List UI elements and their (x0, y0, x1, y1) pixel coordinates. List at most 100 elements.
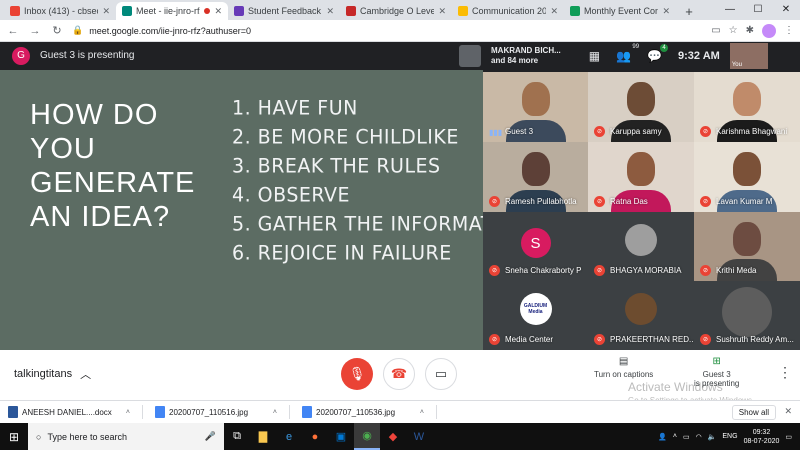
close-tab-icon[interactable]: ✕ (214, 6, 222, 17)
tab-favicon-icon (346, 6, 356, 16)
browser-tab[interactable]: Monthly Event Commu ✕ (564, 2, 676, 20)
browser-tab[interactable]: Meet - iie-jnro-rfz ✕ (116, 2, 228, 20)
download-item[interactable]: 20200707_110536.jpg ˄ (302, 406, 424, 418)
file-icon (155, 406, 165, 418)
chevron-up-icon[interactable]: ˄ (273, 409, 277, 416)
participant-tile[interactable]: ⊘ Ratna Das (588, 142, 694, 212)
camera-button[interactable]: ▭ (425, 358, 457, 390)
people-tray-icon[interactable]: 👤 (658, 433, 667, 441)
participant-tile[interactable]: ⊘ Krithi Meda (694, 212, 800, 281)
word-icon[interactable]: W (406, 423, 432, 450)
participant-photo-avatar (625, 293, 657, 325)
chat-icon[interactable]: 💬 4 (647, 44, 669, 63)
participants-summary: MAKRAND BICH... and 84 more (491, 46, 561, 65)
participant-name: Sneha Chakraborty P (505, 266, 582, 275)
close-tab-icon[interactable]: ✕ (326, 6, 334, 17)
download-item[interactable]: ANEESH DANIEL....docx ˄ (8, 406, 130, 418)
chevron-up-tray-icon[interactable]: ˄ (673, 433, 677, 440)
reload-icon[interactable]: ↻ (50, 24, 64, 37)
tab-favicon-icon (570, 6, 580, 16)
firefox-icon[interactable]: ● (302, 423, 328, 450)
tiled-layout-icon[interactable]: ▦ (589, 49, 600, 63)
extensions-icon[interactable]: ✱ (746, 25, 754, 36)
downloads-bar: ANEESH DANIEL....docx ˄ 20200707_110516.jp… (0, 400, 800, 423)
cast-icon[interactable]: ▭ (711, 25, 720, 36)
participant-tile[interactable]: GALDIUM Media ⊘ Media Center (483, 281, 588, 350)
captions-button[interactable]: ▤ Turn on captions (594, 356, 653, 379)
store-icon[interactable]: ▣ (328, 423, 354, 450)
participant-tile[interactable]: ⊘ Karuppa samy (588, 72, 694, 142)
tab-label: Communication 2020-2 (472, 6, 547, 16)
participant-video-face (733, 222, 761, 256)
taskbar-clock[interactable]: 09:32 08-07-2020 (744, 428, 780, 446)
minimize-icon[interactable]: — (716, 0, 744, 20)
bookmark-star-icon[interactable]: ☆ (729, 25, 738, 36)
back-icon[interactable]: ← (6, 25, 20, 37)
close-tab-icon[interactable]: ✕ (662, 6, 670, 17)
browser-menu-icon[interactable]: ⋮ (784, 25, 794, 36)
mic-off-icon: ⊘ (700, 126, 711, 137)
speaking-indicator-icon: ▮▮▮ (489, 128, 503, 137)
participant-photo-avatar (625, 224, 657, 256)
notifications-icon[interactable]: ▭ (785, 433, 792, 441)
browser-tab[interactable]: Communication 2020-2✕ (452, 2, 564, 20)
participant-tile[interactable]: ⊘ Sushruth Reddy Am... (694, 281, 800, 350)
participant-name: Sushruth Reddy Am... (716, 335, 794, 344)
wifi-icon[interactable]: ◠ (696, 433, 702, 441)
download-item[interactable]: 20200707_110516.jpg ˄ (155, 406, 277, 418)
participant-tile[interactable]: ⊘ PRAKEERTHAN RED... (588, 281, 694, 350)
close-tab-icon[interactable]: ✕ (102, 6, 110, 17)
taskbar-search[interactable]: ○ Type here to search 🎤 (28, 423, 224, 450)
more-options-icon[interactable]: ⋮ (778, 364, 792, 381)
participant-tile[interactable]: ⊘ Karishma Bhagwani (694, 72, 800, 142)
edge-icon[interactable]: e (276, 423, 302, 450)
participant-name: Krithi Meda (716, 266, 757, 275)
presenting-text: Guest 3 is presenting (40, 50, 135, 61)
meeting-details[interactable]: talkingtitans ︿ (14, 366, 91, 382)
address-bar[interactable]: 🔒 meet.google.com/iie-jnro-rfz?authuser=… (72, 23, 703, 39)
participant-tile[interactable]: ⊘ Lavan Kumar M (694, 142, 800, 212)
participant-logo-avatar: GALDIUM Media (519, 293, 552, 325)
phone-hangup-icon: ☎ (390, 366, 408, 381)
file-explorer-icon[interactable]: ▇ (250, 423, 276, 450)
participant-tile[interactable]: ▮▮▮ Guest 3 (483, 72, 588, 142)
browser-tab[interactable]: Student Feedback Form ✕ (228, 2, 340, 20)
browser-tab[interactable]: Cambridge O Level Gl✕ (340, 2, 452, 20)
download-separator (289, 405, 290, 419)
participant-tile[interactable]: ⊘ Ramesh Pullabhotla (483, 142, 588, 212)
show-all-downloads-button[interactable]: Show all (731, 405, 776, 420)
meet-stage: G Guest 3 is presenting MAKRAND BICH... … (0, 42, 800, 362)
close-tab-icon[interactable]: ✕ (438, 6, 446, 17)
anydesk-icon[interactable]: ◆ (380, 423, 406, 450)
participant-photo-avatar (722, 287, 772, 337)
close-downloads-icon[interactable]: ✕ (784, 406, 792, 417)
mic-off-icon: ⊘ (489, 334, 500, 345)
language-indicator[interactable]: ENG (722, 433, 737, 440)
people-count: 99 (632, 44, 640, 50)
profile-avatar[interactable] (762, 23, 776, 38)
chrome-icon[interactable]: ◉ (354, 423, 380, 450)
forward-icon[interactable]: → (28, 25, 42, 37)
browser-tab[interactable]: Inbox (413) - cbsecoor ✕ (4, 2, 116, 20)
close-window-icon[interactable]: ✕ (772, 0, 800, 20)
chevron-up-icon[interactable]: ˄ (420, 409, 424, 416)
participant-tile[interactable]: ⊘ BHAGYA MORABIA (588, 212, 694, 281)
self-view-tile[interactable]: You (729, 43, 768, 69)
participant-tile[interactable]: S ⊘ Sneha Chakraborty P (483, 212, 588, 281)
maximize-icon[interactable]: ☐ (744, 0, 772, 20)
chevron-up-icon[interactable]: ˄ (126, 409, 130, 416)
mic-off-button[interactable]: 🎙 (341, 358, 373, 390)
participant-name: Ratna Das (610, 197, 648, 206)
volume-icon[interactable]: 🔈 (708, 433, 717, 441)
task-view-icon[interactable]: ⧉ (224, 423, 250, 450)
meeting-controls: talkingtitans ︿ 🎙 ☎ ▭ ▤ Turn on captions… (0, 350, 800, 405)
network-icon[interactable]: ▭ (683, 433, 690, 441)
windows-start-icon[interactable]: ⊞ (0, 423, 28, 450)
close-tab-icon[interactable]: ✕ (550, 6, 558, 17)
hang-up-button[interactable]: ☎ (383, 358, 415, 390)
new-tab-button[interactable]: + (680, 2, 698, 20)
present-status-button[interactable]: ⊞ Guest 3 is presenting (694, 356, 739, 388)
tab-label: Student Feedback Form (248, 6, 322, 16)
file-icon (8, 406, 18, 418)
people-icon[interactable]: 👥 99 (616, 44, 639, 63)
